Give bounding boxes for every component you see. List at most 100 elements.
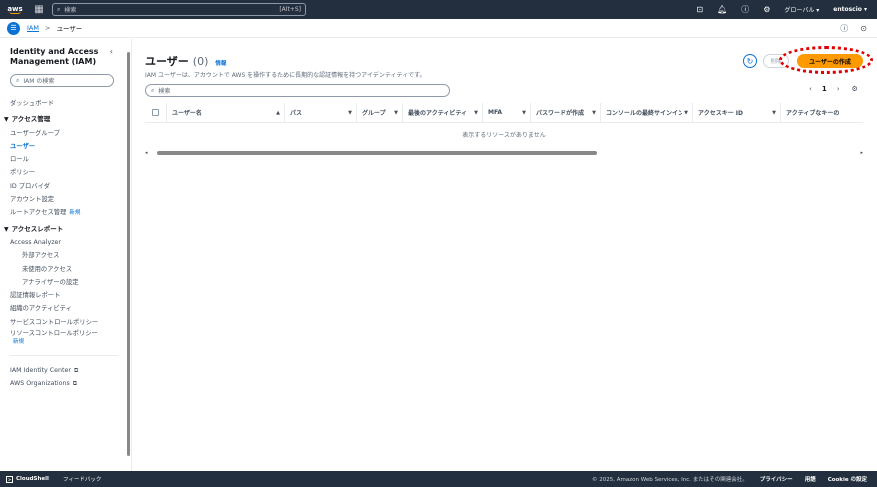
column-label: グループ: [362, 110, 386, 117]
aws-logo[interactable]: aws: [0, 0, 30, 19]
section-label: アクセス管理: [11, 115, 51, 124]
empty-table-message: 表示するリソースがありません: [462, 132, 546, 139]
sidebar-item-credential-report[interactable]: 認証情報レポート: [10, 289, 131, 302]
column-label: アクティブなキーの: [786, 110, 840, 117]
aws-smile-icon: [8, 11, 21, 14]
page-title: ユーザー (0) 情報: [145, 53, 226, 69]
column-header-password-age[interactable]: パスワードが作成 ▼: [531, 103, 601, 122]
region-selector[interactable]: グローバル ▾: [784, 5, 819, 14]
help-icon[interactable]: ⓘ: [741, 4, 749, 15]
account-menu[interactable]: entoscio ▾: [833, 6, 867, 13]
settings-panel-icon[interactable]: ⊙: [860, 24, 867, 33]
bell-icon[interactable]: 🔔︎: [717, 5, 727, 14]
services-grid-icon[interactable]: ▦: [30, 0, 48, 19]
sidebar-search-input[interactable]: ⌕ IAM の検索: [10, 74, 114, 87]
sidebar-item-unused-access[interactable]: 未使用のアクセス: [10, 263, 131, 276]
current-page[interactable]: 1: [822, 85, 827, 93]
sidebar-item-users[interactable]: ユーザー: [10, 140, 131, 153]
sidebar-section-access-reports[interactable]: ▼ アクセスレポート: [4, 223, 131, 236]
hamburger-menu-icon[interactable]: ☰: [7, 21, 20, 35]
sidebar-item-org-activity[interactable]: 組織のアクティビティ: [10, 302, 131, 315]
new-badge: 新規: [13, 339, 25, 346]
sidebar-section-access-management[interactable]: ▼ アクセス管理: [4, 113, 131, 126]
sidebar-item-access-analyzer[interactable]: Access Analyzer: [10, 236, 131, 249]
sidebar-item-policies[interactable]: ポリシー: [10, 166, 131, 179]
select-all-checkbox[interactable]: [152, 109, 159, 116]
sort-icon: ▼: [394, 109, 398, 116]
privacy-link[interactable]: プライバシー: [760, 475, 793, 483]
breadcrumb-current: ユーザー: [56, 25, 83, 33]
search-icon: ⌕: [151, 86, 155, 94]
column-header-console-last-signin[interactable]: コンソールの最終サインイン ▼: [601, 103, 693, 122]
sidebar-item-scp[interactable]: サービスコントロールポリシー: [10, 316, 131, 329]
breadcrumb-iam-link[interactable]: IAM: [27, 24, 39, 32]
sidebar-collapse-icon[interactable]: ‹: [110, 47, 113, 56]
refresh-button[interactable]: ↻: [743, 54, 757, 68]
column-header-access-key-id[interactable]: アクセスキー ID ▼: [693, 103, 781, 122]
sort-icon: ▼: [684, 109, 688, 116]
sidebar-item-account-settings[interactable]: アカウント設定: [10, 193, 131, 206]
terms-link[interactable]: 用語: [805, 475, 816, 483]
page-description: IAM ユーザーは、アカウントで AWS を操作するために長期的な認証情報を持つ…: [145, 72, 426, 79]
sort-asc-icon: ▲: [276, 109, 280, 116]
sort-icon: ▼: [522, 109, 526, 116]
scroll-left-icon[interactable]: ◂: [145, 150, 148, 156]
column-label: アクセスキー ID: [698, 110, 744, 117]
column-header-last-activity[interactable]: 最後のアクティビティ ▼: [403, 103, 483, 122]
breadcrumb-separator: >: [44, 24, 51, 32]
scroll-thumb[interactable]: [156, 151, 597, 155]
info-link[interactable]: 情報: [215, 59, 226, 67]
highlight-annotation-ring: [779, 46, 873, 74]
sidebar-link-identity-center[interactable]: IAM Identity Center ⧉: [10, 364, 131, 377]
sidebar-scrollbar[interactable]: [127, 52, 130, 456]
cloudshell-icon[interactable]: ⊡: [696, 5, 703, 14]
link-label: IAM Identity Center: [10, 367, 71, 375]
sidebar-item-analyzer-settings[interactable]: アナライザーの設定: [10, 276, 131, 289]
global-search-input[interactable]: ⌕ 検索 [Alt+S]: [52, 3, 306, 16]
sidebar-item-root-access[interactable]: ルートアクセス管理 新規: [10, 206, 131, 219]
column-header-active-key-age[interactable]: アクティブなキーの: [781, 103, 863, 122]
column-label: ユーザー名: [172, 110, 202, 117]
search-icon: ⌕: [16, 76, 20, 84]
link-label: AWS Organizations: [10, 380, 70, 388]
cookie-settings-link[interactable]: Cookie の設定: [828, 475, 867, 483]
sidebar-item-dashboard[interactable]: ダッシュボード: [10, 97, 131, 110]
scroll-right-icon[interactable]: ▸: [860, 150, 863, 156]
column-header-path[interactable]: パス ▼: [285, 103, 357, 122]
sort-icon: ▼: [348, 109, 352, 116]
refresh-icon: ↻: [746, 56, 754, 66]
prev-page-icon[interactable]: ‹: [809, 85, 812, 93]
sidebar-item-external-access[interactable]: 外部アクセス: [10, 249, 131, 262]
footer-right: © 2025, Amazon Web Services, Inc. またはその関…: [592, 471, 867, 487]
select-all-checkbox-cell: [145, 103, 167, 122]
column-header-username[interactable]: ユーザー名 ▲: [167, 103, 285, 122]
sidebar-item-identity-providers[interactable]: ID プロバイダ: [10, 180, 131, 193]
sidebar-search-placeholder: IAM の検索: [23, 78, 55, 85]
column-header-groups[interactable]: グループ ▼: [357, 103, 403, 122]
table-header-row: ユーザー名 ▲ パス ▼ グループ ▼ 最後のアクティビティ ▼ MFA ▼ パスワードが…: [145, 103, 863, 123]
next-page-icon[interactable]: ›: [837, 85, 840, 93]
table-preferences-gear-icon[interactable]: ⚙: [852, 85, 858, 93]
scroll-track[interactable]: [152, 151, 857, 155]
subbar-right-icons: ⓘ ⊙: [840, 19, 867, 38]
caret-down-icon: ▼: [4, 225, 9, 233]
table-search-input[interactable]: ⌕ 検索: [145, 84, 450, 97]
sidebar-title: Identity and Access Management (IAM): [10, 47, 99, 66]
info-panel-icon[interactable]: ⓘ: [840, 23, 848, 34]
column-header-mfa[interactable]: MFA ▼: [483, 103, 531, 122]
sort-icon: ▼: [592, 109, 596, 116]
copyright-text: © 2025, Amazon Web Services, Inc. またはその関…: [592, 477, 748, 483]
sidebar-item-roles[interactable]: ロール: [10, 153, 131, 166]
cloudshell-button[interactable]: > CloudShell: [6, 475, 49, 483]
top-right-controls: ⊡ 🔔︎ ⓘ ⚙ グローバル ▾ entoscio ▾: [696, 0, 867, 19]
sidebar-item-rcp[interactable]: リソースコントロールポリシー: [10, 329, 131, 338]
root-access-label: ルートアクセス管理: [10, 209, 67, 217]
gear-icon[interactable]: ⚙: [763, 5, 770, 14]
external-link-icon: ⧉: [73, 367, 79, 375]
breadcrumb: IAM > ユーザー: [27, 23, 82, 33]
table-horizontal-scrollbar[interactable]: ◂ ▸: [145, 149, 863, 157]
feedback-link[interactable]: フィードバック: [63, 475, 101, 483]
terminal-icon: >: [6, 475, 13, 483]
sidebar-item-user-groups[interactable]: ユーザーグループ: [10, 127, 131, 140]
sidebar-link-organizations[interactable]: AWS Organizations ⧉: [10, 377, 131, 390]
